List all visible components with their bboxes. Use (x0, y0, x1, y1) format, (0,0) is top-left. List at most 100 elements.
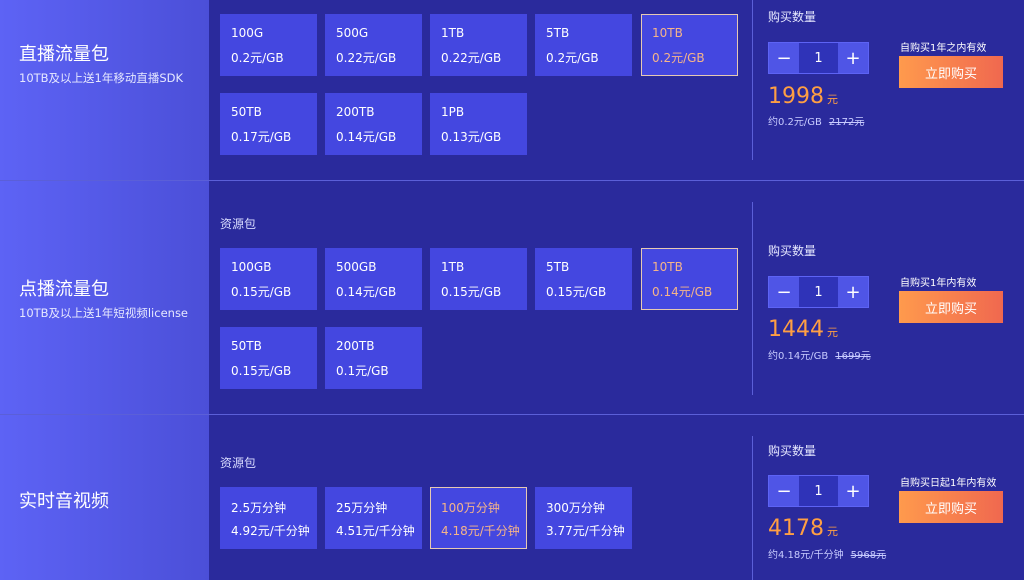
option-card[interactable]: 1TB 0.15元/GB (430, 248, 527, 310)
option-price: 0.22元/GB (336, 51, 397, 65)
section-label: 资源包 (220, 456, 257, 470)
price-unit: 元 (827, 326, 838, 339)
option-card[interactable]: 25万分钟 4.51元/千分钟 (325, 487, 422, 549)
minus-icon[interactable]: − (769, 476, 799, 506)
price-unit: 元 (827, 93, 838, 106)
option-name: 1TB (441, 26, 465, 40)
quantity-label: 购买数量 (768, 10, 817, 24)
option-name: 5TB (546, 260, 570, 274)
option-card[interactable]: 300万分钟 3.77元/千分钟 (535, 487, 632, 549)
minus-icon[interactable]: − (769, 43, 799, 73)
quantity-stepper: − 1 + (768, 475, 869, 507)
product-row-rtc: 实时音视频 资源包 2.5万分钟 4.92元/千分钟 25万分钟 4.51元/千… (0, 415, 1024, 580)
quantity-input[interactable]: 1 (799, 43, 838, 73)
option-price: 3.77元/千分钟 (546, 524, 625, 538)
price-value: 1444 (768, 317, 824, 342)
option-card[interactable]: 50TB 0.15元/GB (220, 327, 317, 389)
options-panel: 100G 0.2元/GB 500G 0.22元/GB 1TB 0.22元/GB … (209, 0, 752, 180)
option-card[interactable]: 1TB 0.22元/GB (430, 14, 527, 76)
option-price: 0.15元/GB (231, 285, 292, 299)
total-price: 4178 元 (768, 516, 838, 541)
plus-icon[interactable]: + (838, 277, 868, 307)
quantity-label: 购买数量 (768, 444, 817, 458)
buy-now-button[interactable]: 立即购买 (899, 291, 1003, 323)
option-card[interactable]: 100GB 0.15元/GB (220, 248, 317, 310)
plus-icon[interactable]: + (838, 43, 868, 73)
price-value: 1998 (768, 84, 824, 109)
price-unit: 元 (827, 525, 838, 538)
product-header: 实时音视频 (0, 415, 209, 580)
option-card-selected[interactable]: 10TB 0.14元/GB (641, 248, 738, 310)
option-name: 200TB (336, 105, 375, 119)
options-panel: 资源包 100GB 0.15元/GB 500GB 0.14元/GB 1TB 0.… (209, 181, 752, 414)
option-price: 0.2元/GB (231, 51, 284, 65)
option-card[interactable]: 1PB 0.13元/GB (430, 93, 527, 155)
option-price: 4.18元/千分钟 (441, 524, 520, 538)
product-row-vod: 点播流量包 10TB及以上送1年短视频license 资源包 100GB 0.1… (0, 181, 1024, 415)
option-name: 1TB (441, 260, 465, 274)
validity-note: 自购买1年之内有效 (900, 43, 987, 54)
option-name: 100万分钟 (441, 501, 500, 515)
option-card[interactable]: 500GB 0.14元/GB (325, 248, 422, 310)
option-price: 0.2元/GB (546, 51, 599, 65)
option-price: 0.22元/GB (441, 51, 502, 65)
validity-note: 自购买日起1年内有效 (900, 478, 997, 489)
option-name: 200TB (336, 339, 375, 353)
quantity-input[interactable]: 1 (799, 277, 838, 307)
option-name: 300万分钟 (546, 501, 605, 515)
option-card-selected[interactable]: 10TB 0.2元/GB (641, 14, 738, 76)
unit-price-note: 约0.14元/GB 1699元 (768, 347, 871, 362)
original-price: 2172元 (828, 117, 865, 128)
option-price: 4.51元/千分钟 (336, 524, 415, 538)
quantity-input[interactable]: 1 (799, 476, 838, 506)
quantity-label: 购买数量 (768, 244, 817, 258)
product-title: 点播流量包 (19, 279, 109, 300)
option-card[interactable]: 2.5万分钟 4.92元/千分钟 (220, 487, 317, 549)
approx-unit-price: 约0.2元/GB (768, 117, 822, 128)
option-card[interactable]: 200TB 0.14元/GB (325, 93, 422, 155)
option-name: 50TB (231, 105, 262, 119)
option-card[interactable]: 200TB 0.1元/GB (325, 327, 422, 389)
option-name: 25万分钟 (336, 501, 388, 515)
option-price: 0.17元/GB (231, 130, 292, 144)
option-name: 10TB (652, 260, 683, 274)
approx-unit-price: 约0.14元/GB (768, 351, 829, 362)
option-name: 500GB (336, 260, 377, 274)
option-name: 100G (231, 26, 264, 40)
product-header: 直播流量包 10TB及以上送1年移动直播SDK (0, 0, 209, 180)
product-subtitle: 10TB及以上送1年短视频license (19, 306, 189, 320)
buy-now-button[interactable]: 立即购买 (899, 491, 1003, 523)
option-name: 2.5万分钟 (231, 501, 287, 515)
product-title: 直播流量包 (19, 44, 109, 65)
buy-now-button[interactable]: 立即购买 (899, 56, 1003, 88)
original-price: 5968元 (850, 550, 887, 561)
option-card[interactable]: 5TB 0.15元/GB (535, 248, 632, 310)
option-price: 0.14元/GB (336, 285, 397, 299)
option-name: 10TB (652, 26, 683, 40)
option-price: 0.14元/GB (336, 130, 397, 144)
product-title: 实时音视频 (19, 491, 109, 512)
option-name: 100GB (231, 260, 272, 274)
option-price: 0.15元/GB (231, 364, 292, 378)
option-card[interactable]: 5TB 0.2元/GB (535, 14, 632, 76)
quantity-stepper: − 1 + (768, 276, 869, 308)
option-name: 500G (336, 26, 369, 40)
purchase-panel: 购买数量 − 1 + 1444 元 约0.14元/GB 1699元 自购买1年内有效… (753, 181, 1024, 414)
plus-icon[interactable]: + (838, 476, 868, 506)
option-card[interactable]: 50TB 0.17元/GB (220, 93, 317, 155)
option-card[interactable]: 500G 0.22元/GB (325, 14, 422, 76)
option-card[interactable]: 100G 0.2元/GB (220, 14, 317, 76)
unit-price-note: 约0.2元/GB 2172元 (768, 113, 864, 128)
total-price: 1998 元 (768, 84, 838, 109)
purchase-panel: 购买数量 − 1 + 4178 元 约4.18元/千分钟 5968元 自购买日起1年… (753, 415, 1024, 580)
original-price: 1699元 (835, 351, 871, 362)
minus-icon[interactable]: − (769, 277, 799, 307)
option-price: 0.15元/GB (546, 285, 607, 299)
unit-price-note: 约4.18元/千分钟 5968元 (768, 546, 886, 561)
quantity-stepper: − 1 + (768, 42, 869, 74)
option-price: 0.14元/GB (652, 285, 713, 299)
option-name: 5TB (546, 26, 570, 40)
option-card-selected[interactable]: 100万分钟 4.18元/千分钟 (430, 487, 527, 549)
product-header: 点播流量包 10TB及以上送1年短视频license (0, 181, 209, 414)
approx-unit-price: 约4.18元/千分钟 (768, 550, 844, 561)
